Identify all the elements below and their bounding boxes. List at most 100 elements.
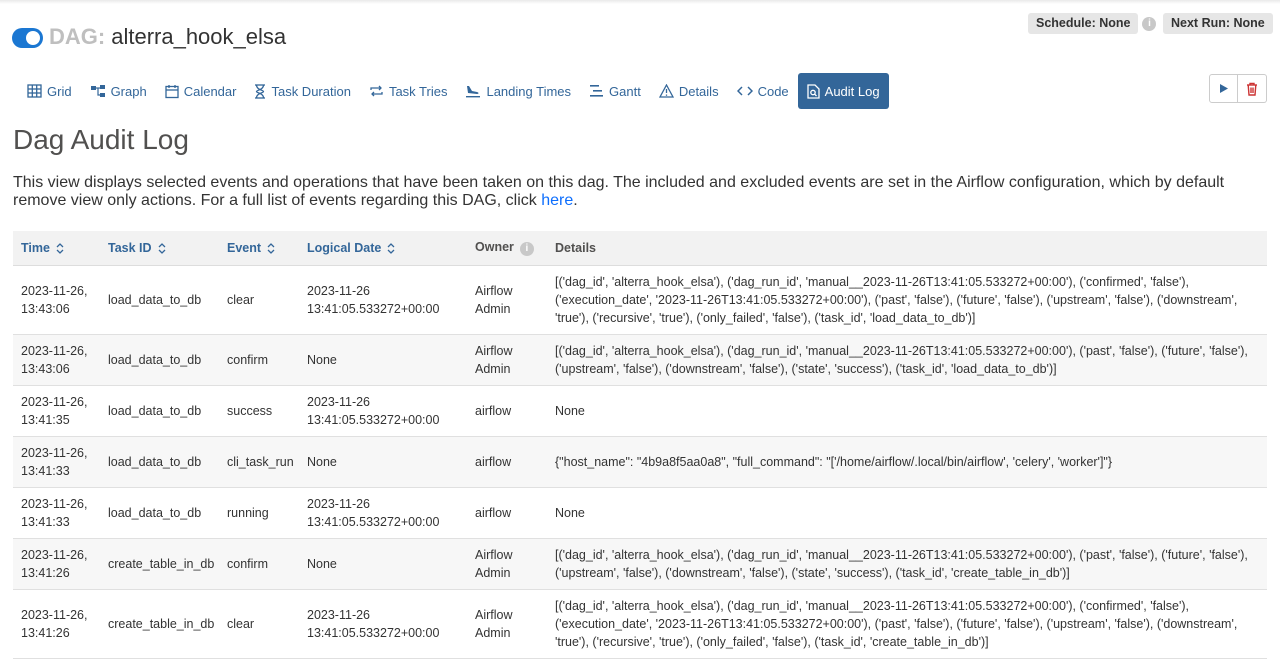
column-header-time[interactable]: Time bbox=[13, 231, 100, 266]
sort-icon bbox=[387, 242, 395, 254]
repeat-icon bbox=[370, 85, 383, 97]
audit-log-table: Time Task ID Event Logical Date Owner i D… bbox=[13, 231, 1267, 659]
here-link[interactable]: here bbox=[541, 192, 573, 209]
delete-dag-button[interactable] bbox=[1238, 74, 1267, 103]
cell-owner: Airflow Admin bbox=[467, 538, 547, 590]
dag-label: DAG: bbox=[49, 24, 106, 49]
cell-logical-date: 2023-11-26 13:41:05.533272+00:00 bbox=[299, 487, 467, 539]
tab-grid[interactable]: Grid bbox=[18, 73, 81, 109]
cell-details: [('dag_id', 'alterra_hook_elsa'), ('dag_… bbox=[547, 265, 1267, 335]
cell-event: clear bbox=[219, 589, 299, 659]
dag-name: alterra_hook_elsa bbox=[111, 24, 287, 49]
tab-audit-log[interactable]: Audit Log bbox=[797, 73, 889, 109]
cell-task-id: load_data_to_db bbox=[100, 385, 219, 437]
cell-logical-date: 2023-11-26 13:41:05.533272+00:00 bbox=[299, 265, 467, 335]
tab-task-duration[interactable]: Task Duration bbox=[245, 73, 359, 109]
tab-label: Grid bbox=[47, 83, 72, 99]
trash-icon bbox=[1247, 82, 1257, 96]
tab-label: Gantt bbox=[609, 83, 641, 99]
warning-icon bbox=[658, 84, 674, 98]
next-run-badge: Next Run: None bbox=[1163, 13, 1273, 34]
column-header-details: Details bbox=[547, 231, 1267, 266]
next-run-info: Next Run: None bbox=[1163, 13, 1273, 34]
tab-graph[interactable]: Graph bbox=[81, 73, 156, 109]
tab-label: Audit Log bbox=[824, 83, 880, 99]
cell-owner: airflow bbox=[467, 436, 547, 488]
tab-label: Task Duration bbox=[271, 83, 351, 99]
page-title: Dag Audit Log bbox=[13, 124, 189, 155]
cell-logical-date: None bbox=[299, 334, 467, 386]
cell-time: 2023-11-26, 13:43:06 bbox=[13, 265, 100, 335]
cell-details: None bbox=[547, 385, 1267, 437]
tab-label: Details bbox=[678, 83, 719, 99]
cell-logical-date: None bbox=[299, 436, 467, 488]
sort-icon bbox=[158, 242, 166, 254]
tab-label: Landing Times bbox=[486, 83, 572, 99]
cell-details: [('dag_id', 'alterra_hook_elsa'), ('dag_… bbox=[547, 589, 1267, 659]
tab-code[interactable]: Code bbox=[728, 73, 798, 109]
column-label: Owner bbox=[475, 239, 514, 254]
column-label: Task ID bbox=[108, 240, 152, 255]
top-shadow bbox=[0, 0, 1280, 4]
cell-owner: airflow bbox=[467, 487, 547, 539]
tab-calendar[interactable]: Calendar bbox=[156, 73, 246, 109]
cell-event: cli_task_run bbox=[219, 436, 299, 488]
play-icon bbox=[1219, 84, 1228, 93]
cell-owner: Airflow Admin bbox=[467, 265, 547, 335]
tab-task-tries[interactable]: Task Tries bbox=[360, 73, 457, 109]
column-label: Event bbox=[227, 240, 262, 255]
calendar-icon bbox=[165, 84, 179, 98]
grid-icon bbox=[27, 84, 42, 98]
column-header-owner: Owner i bbox=[467, 231, 547, 266]
graph-icon bbox=[90, 85, 105, 97]
dag-nav-tabs: Grid Graph Calendar Task Duration Task T… bbox=[18, 73, 889, 109]
info-icon[interactable]: i bbox=[1142, 16, 1157, 31]
sort-icon bbox=[267, 242, 275, 254]
column-header-task-id[interactable]: Task ID bbox=[100, 231, 219, 266]
cell-time: 2023-11-26, 13:41:35 bbox=[13, 385, 100, 437]
cell-time: 2023-11-26, 13:43:06 bbox=[13, 334, 100, 386]
toggle-knob bbox=[26, 31, 40, 45]
sort-icon bbox=[56, 242, 64, 254]
column-header-event[interactable]: Event bbox=[219, 231, 299, 266]
cell-task-id: load_data_to_db bbox=[100, 334, 219, 386]
column-label: Logical Date bbox=[307, 240, 382, 255]
table-row: 2023-11-26, 13:41:26 create_table_in_db … bbox=[13, 538, 1267, 590]
tab-details[interactable]: Details bbox=[650, 73, 728, 109]
column-label: Details bbox=[555, 240, 596, 255]
table-row: 2023-11-26, 13:41:33 load_data_to_db run… bbox=[13, 487, 1267, 539]
info-icon[interactable]: i bbox=[519, 241, 534, 256]
column-label: Time bbox=[21, 240, 50, 255]
column-header-logical-date[interactable]: Logical Date bbox=[299, 231, 467, 266]
cell-details: {"host_name": "4b9a8f5aa0a8", "full_comm… bbox=[547, 436, 1267, 488]
cell-time: 2023-11-26, 13:41:26 bbox=[13, 589, 100, 659]
landing-icon bbox=[466, 86, 481, 98]
tab-gantt[interactable]: Gantt bbox=[580, 73, 650, 109]
dag-pause-toggle[interactable] bbox=[12, 28, 43, 48]
tab-label: Calendar bbox=[183, 83, 237, 99]
cell-logical-date: 2023-11-26 13:41:05.533272+00:00 bbox=[299, 589, 467, 659]
page-description: This view displays selected events and o… bbox=[13, 174, 1263, 210]
trigger-dag-button[interactable] bbox=[1209, 74, 1238, 103]
schedule-info: Schedule: None i bbox=[1028, 13, 1157, 34]
tab-label: Code bbox=[757, 83, 789, 99]
cell-logical-date: None bbox=[299, 538, 467, 590]
description-end: . bbox=[573, 192, 578, 209]
cell-event: running bbox=[219, 487, 299, 539]
tab-landing-times[interactable]: Landing Times bbox=[456, 73, 580, 109]
tab-label: Graph bbox=[110, 83, 147, 99]
cell-logical-date: 2023-11-26 13:41:05.533272+00:00 bbox=[299, 385, 467, 437]
tab-label: Task Tries bbox=[388, 83, 448, 99]
hourglass-icon bbox=[255, 83, 266, 99]
dag-actions bbox=[1209, 74, 1267, 103]
cell-event: confirm bbox=[219, 538, 299, 590]
description-text: This view displays selected events and o… bbox=[13, 174, 1225, 209]
cell-details: [('dag_id', 'alterra_hook_elsa'), ('dag_… bbox=[547, 538, 1267, 590]
code-icon bbox=[736, 86, 753, 96]
table-row: 2023-11-26, 13:41:26 create_table_in_db … bbox=[13, 589, 1267, 659]
gantt-icon bbox=[590, 85, 604, 97]
table-header-row: Time Task ID Event Logical Date Owner i D… bbox=[13, 231, 1267, 266]
table-row: 2023-11-26, 13:41:33 load_data_to_db cli… bbox=[13, 436, 1267, 488]
cell-event: clear bbox=[219, 265, 299, 335]
cell-event: success bbox=[219, 385, 299, 437]
